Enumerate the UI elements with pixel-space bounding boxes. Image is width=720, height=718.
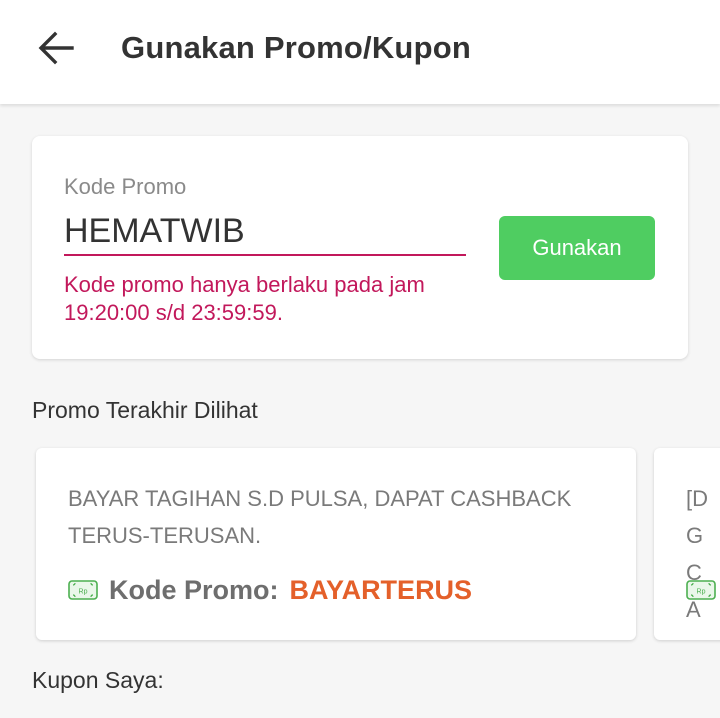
promo-code-row: Rp Kode Promo: BAYARTERUS — [68, 572, 472, 608]
back-button[interactable] — [30, 26, 82, 70]
money-bill-icon: Rp — [686, 580, 716, 600]
app-bar: Gunakan Promo/Kupon — [0, 0, 720, 104]
promo-card-bayarterus[interactable]: BAYAR TAGIHAN S.D PULSA, DAPAT CASHBACK … — [36, 448, 636, 640]
my-coupons-title: Kupon Saya: — [32, 667, 164, 693]
promo-code-row: Rp — [686, 572, 716, 608]
promo-code-label: Kode Promo — [64, 174, 187, 199]
promo-description: BAYAR TAGIHAN S.D PULSA, DAPAT CASHBACK … — [68, 486, 572, 548]
promo-code-error: Kode promo hanya berlaku pada jam 19:20:… — [64, 272, 425, 325]
promo-code-card: Kode Promo Kode promo hanya berlaku pada… — [32, 136, 688, 359]
apply-promo-button[interactable]: Gunakan — [499, 216, 655, 280]
svg-text:Rp: Rp — [79, 589, 88, 596]
svg-text:Rp: Rp — [697, 589, 706, 596]
money-bill-icon: Rp — [68, 580, 98, 600]
promo-code-label: Kode Promo: — [109, 574, 279, 605]
promo-code-value: BAYARTERUS — [289, 574, 473, 605]
recent-promos-title: Promo Terakhir Dilihat — [32, 397, 258, 423]
page-title: Gunakan Promo/Kupon — [121, 30, 471, 65]
arrow-left-icon — [38, 31, 74, 65]
promo-card-partial[interactable]: [DG CA Rp — [654, 448, 720, 640]
promo-code-input[interactable] — [64, 208, 466, 256]
